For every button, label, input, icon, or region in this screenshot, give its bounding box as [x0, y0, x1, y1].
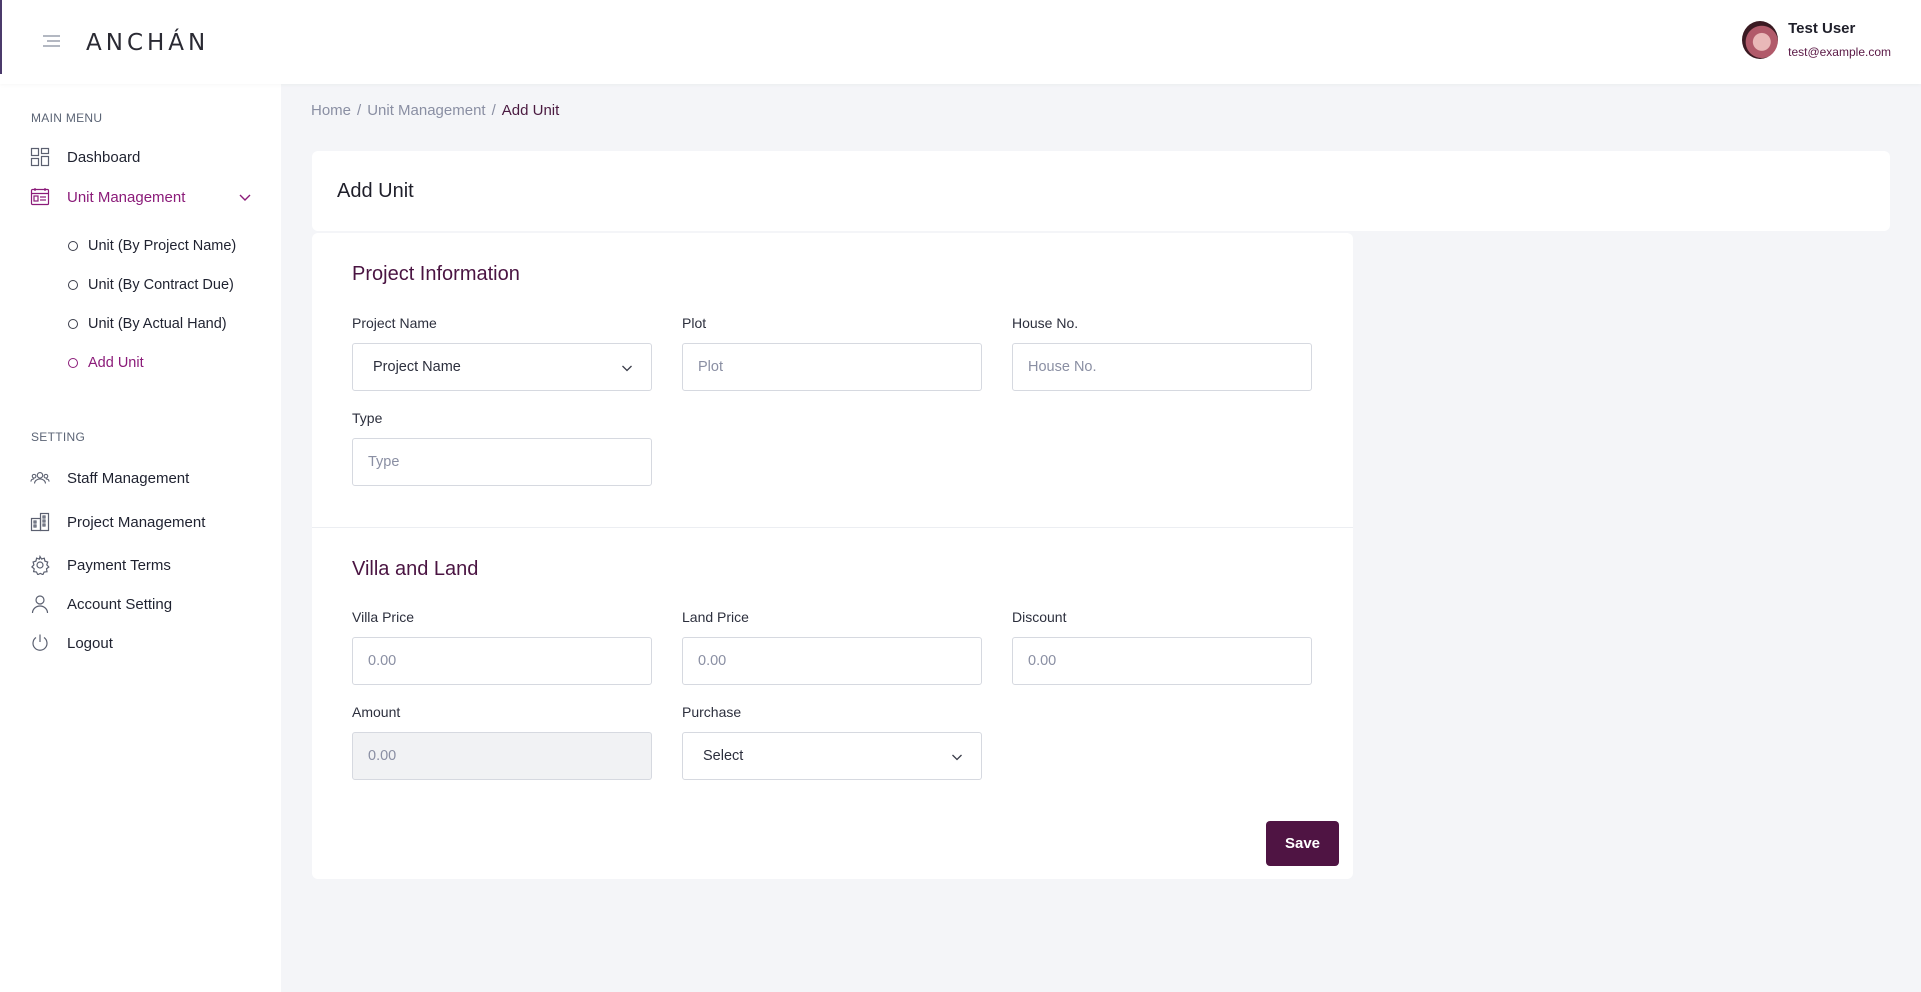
- user-email: test@example.com: [1788, 45, 1891, 59]
- circle-icon: [68, 241, 78, 251]
- add-unit-form: Project Information Project Name Project…: [312, 233, 1353, 879]
- header-edge-accent: [0, 0, 2, 74]
- sidebar-item-label: Dashboard: [67, 148, 141, 166]
- power-icon: [30, 633, 50, 653]
- amount-label: Amount: [352, 704, 401, 720]
- circle-icon: [68, 319, 78, 329]
- breadcrumb: Home / Unit Management / Add Unit: [311, 102, 565, 119]
- sidebar-item-logout[interactable]: Logout: [30, 631, 113, 655]
- villa-and-land-title: Villa and Land: [352, 558, 479, 580]
- save-button[interactable]: Save: [1266, 821, 1339, 866]
- villa-price-label: Villa Price: [352, 609, 414, 625]
- sidebar-item-label: Project Management: [67, 513, 206, 531]
- sidebar-item-payment-terms[interactable]: Payment Terms: [30, 553, 171, 577]
- sidebar-subitem-label: Add Unit: [88, 355, 144, 371]
- project-name-label: Project Name: [352, 315, 437, 331]
- plot-label: Plot: [682, 315, 707, 331]
- sidebar-item-staff-management[interactable]: Staff Management: [30, 466, 189, 490]
- type-input[interactable]: Type: [352, 438, 652, 486]
- house-no-label: House No.: [1012, 315, 1079, 331]
- sidebar-item-label: Logout: [67, 634, 113, 652]
- plot-input[interactable]: Plot: [682, 343, 982, 391]
- chevron-down-icon: [952, 754, 962, 761]
- sidebar-subitem-label: Unit (By Contract Due): [88, 277, 234, 293]
- sidebar-subitem-add-unit[interactable]: Add Unit: [68, 352, 144, 374]
- circle-icon: [68, 358, 78, 368]
- purchase-select[interactable]: Select: [682, 732, 982, 780]
- villa-price-input[interactable]: 0.00: [352, 637, 652, 685]
- user-name: Test User: [1788, 20, 1856, 37]
- unit-management-icon: [30, 187, 50, 207]
- building-icon: [30, 512, 50, 532]
- discount-label: Discount: [1012, 609, 1067, 625]
- page-title: Add Unit: [337, 180, 414, 202]
- menu-toggle-icon[interactable]: [38, 30, 64, 52]
- user-icon: [30, 594, 50, 614]
- top-header: ANCHÁN Test User test@example.com: [0, 0, 1921, 84]
- sidebar-item-label: Account Setting: [67, 595, 173, 613]
- sidebar-item-account-setting[interactable]: Account Setting: [30, 592, 172, 616]
- sidebar-subitem-unit-by-project-name[interactable]: Unit (By Project Name): [68, 235, 236, 257]
- land-price-label: Land Price: [682, 609, 749, 625]
- chevron-down-icon: [622, 365, 632, 372]
- sidebar-item-project-management[interactable]: Project Management: [30, 510, 205, 534]
- breadcrumb-unit-management[interactable]: Unit Management: [367, 102, 485, 119]
- staff-icon: [30, 468, 50, 488]
- breadcrumb-current: Add Unit: [501, 102, 560, 119]
- avatar[interactable]: [1742, 21, 1779, 59]
- main-menu-label: MAIN MENU: [31, 111, 103, 125]
- breadcrumb-separator: /: [491, 102, 496, 119]
- type-label: Type: [352, 410, 383, 426]
- project-name-value: Project Name: [373, 359, 461, 375]
- project-name-select[interactable]: Project Name: [352, 343, 652, 391]
- amount-input: 0.00: [352, 732, 652, 780]
- section-divider: [312, 527, 1353, 528]
- breadcrumb-separator: /: [357, 102, 362, 119]
- land-price-input[interactable]: 0.00: [682, 637, 982, 685]
- purchase-value: Select: [703, 748, 744, 764]
- app-logo[interactable]: ANCHÁN: [86, 30, 209, 56]
- circle-icon: [68, 280, 78, 290]
- sidebar-item-label: Staff Management: [67, 469, 190, 487]
- sidebar-subitem-unit-by-actual-hand[interactable]: Unit (By Actual Hand): [68, 313, 227, 335]
- sidebar-item-unit-management[interactable]: Unit Management: [30, 185, 185, 209]
- dashboard-icon: [30, 147, 50, 167]
- sidebar-subitem-label: Unit (By Actual Hand): [88, 316, 227, 332]
- title-card: Add Unit: [312, 151, 1890, 231]
- setting-label: SETTING: [31, 430, 86, 444]
- project-information-title: Project Information: [352, 263, 520, 285]
- gear-icon: [30, 555, 50, 575]
- sidebar-item-dashboard[interactable]: Dashboard: [30, 145, 140, 169]
- discount-input[interactable]: 0.00: [1012, 637, 1312, 685]
- breadcrumb-home[interactable]: Home: [311, 102, 351, 119]
- sidebar-item-label: Payment Terms: [67, 556, 171, 574]
- user-profile[interactable]: Test User test@example.com: [1742, 18, 1891, 62]
- chevron-down-icon[interactable]: [238, 191, 252, 205]
- purchase-label: Purchase: [682, 704, 742, 720]
- sidebar-item-label: Unit Management: [67, 188, 186, 206]
- sidebar-subitem-label: Unit (By Project Name): [88, 238, 237, 254]
- house-no-input[interactable]: House No.: [1012, 343, 1312, 391]
- sidebar-subitem-unit-by-contract-due[interactable]: Unit (By Contract Due): [68, 274, 234, 296]
- sidebar: MAIN MENU Dashboard Unit Management Unit…: [0, 84, 281, 992]
